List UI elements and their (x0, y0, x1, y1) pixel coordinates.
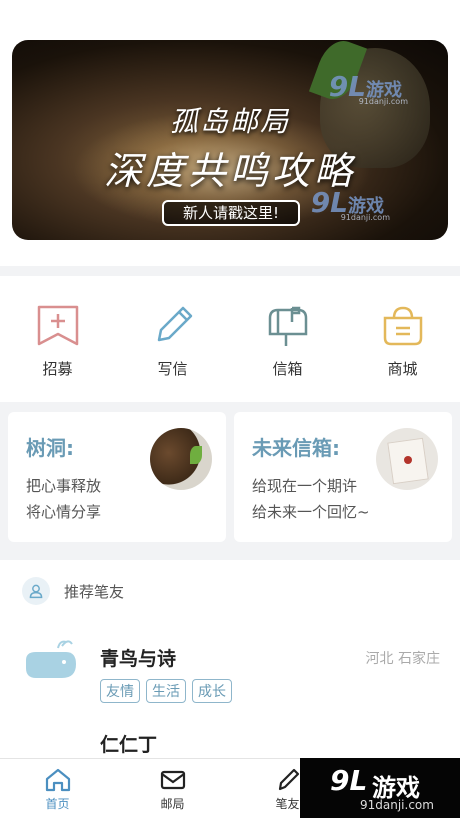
divider (0, 266, 460, 276)
brand-number: 9L (330, 764, 368, 797)
tree-image (150, 428, 212, 490)
menu-item-write[interactable]: 写信 (133, 304, 213, 379)
recommend-header: 推荐笔友 (0, 560, 460, 622)
friend-tags: 友情 生活 成长 (100, 679, 460, 703)
friend-location: 河北 石家庄 (365, 651, 440, 667)
feature-cards: 树洞: 把心事释放 将心情分享 未来信箱: 给现在一个期许 给未来一个回忆~ (0, 402, 460, 552)
tab-post-office[interactable]: 邮局 (115, 759, 230, 818)
shopping-bag-icon (383, 306, 422, 346)
menu-item-mailbox[interactable]: 信箱 (248, 304, 328, 379)
card-line: 给未来一个回忆~ (252, 503, 370, 521)
tag: 生活 (146, 679, 186, 703)
home-icon (45, 768, 70, 792)
friend-name-partial: 仁仁丁 (100, 734, 158, 756)
tree-hole-card[interactable]: 树洞: 把心事释放 将心情分享 (8, 412, 226, 542)
menu-label: 招募 (42, 360, 73, 378)
pencil-icon (157, 306, 192, 342)
brand-watermark: 9L 游戏 91danji.com (300, 758, 460, 818)
future-mailbox-card[interactable]: 未来信箱: 给现在一个期许 给未来一个回忆~ (234, 412, 452, 542)
mailbox-icon (268, 306, 307, 346)
watermark-bottom: 9L游戏 91danji.com (311, 186, 390, 222)
menu-label: 信箱 (272, 360, 303, 378)
user-icon (22, 577, 50, 605)
banner-section: 9L游戏 91danji.com 孤岛邮局 深度共鸣攻略 9L游戏 91danj… (0, 40, 460, 266)
friend-item[interactable]: 青鸟与诗 河北 石家庄 友情 生活 成长 (0, 622, 460, 722)
menu-label: 写信 (157, 360, 188, 378)
menu-label: 商城 (387, 360, 418, 378)
menu-item-recruit[interactable]: 招募 (18, 304, 98, 379)
guide-banner[interactable]: 9L游戏 91danji.com 孤岛邮局 深度共鸣攻略 9L游戏 91danj… (12, 40, 448, 240)
letter-image (376, 428, 438, 490)
tab-label: 首页 (45, 797, 70, 811)
envelope-icon (160, 770, 185, 790)
recommend-title: 推荐笔友 (64, 582, 125, 601)
status-bar-area (0, 0, 460, 40)
card-line: 将心情分享 (26, 503, 102, 521)
tab-label: 邮局 (160, 797, 185, 811)
quick-menu: 招募 写信 信箱 商城 (0, 276, 460, 402)
banner-title: 孤岛邮局 (169, 105, 290, 138)
whale-avatar-icon (26, 640, 76, 678)
newcomer-button[interactable]: 新人请戳这里! (162, 200, 300, 226)
recruit-flag-icon (37, 305, 78, 346)
menu-item-shop[interactable]: 商城 (363, 304, 443, 379)
watermark-url: 91danji.com (340, 213, 390, 222)
tag: 成长 (192, 679, 232, 703)
brand-url: 91danji.com (360, 798, 434, 812)
recommend-section: 推荐笔友 青鸟与诗 河北 石家庄 友情 生活 成长 仁仁丁 (0, 560, 460, 760)
tag: 友情 (100, 679, 140, 703)
pen-icon (278, 768, 299, 791)
tab-home[interactable]: 首页 (0, 759, 115, 818)
